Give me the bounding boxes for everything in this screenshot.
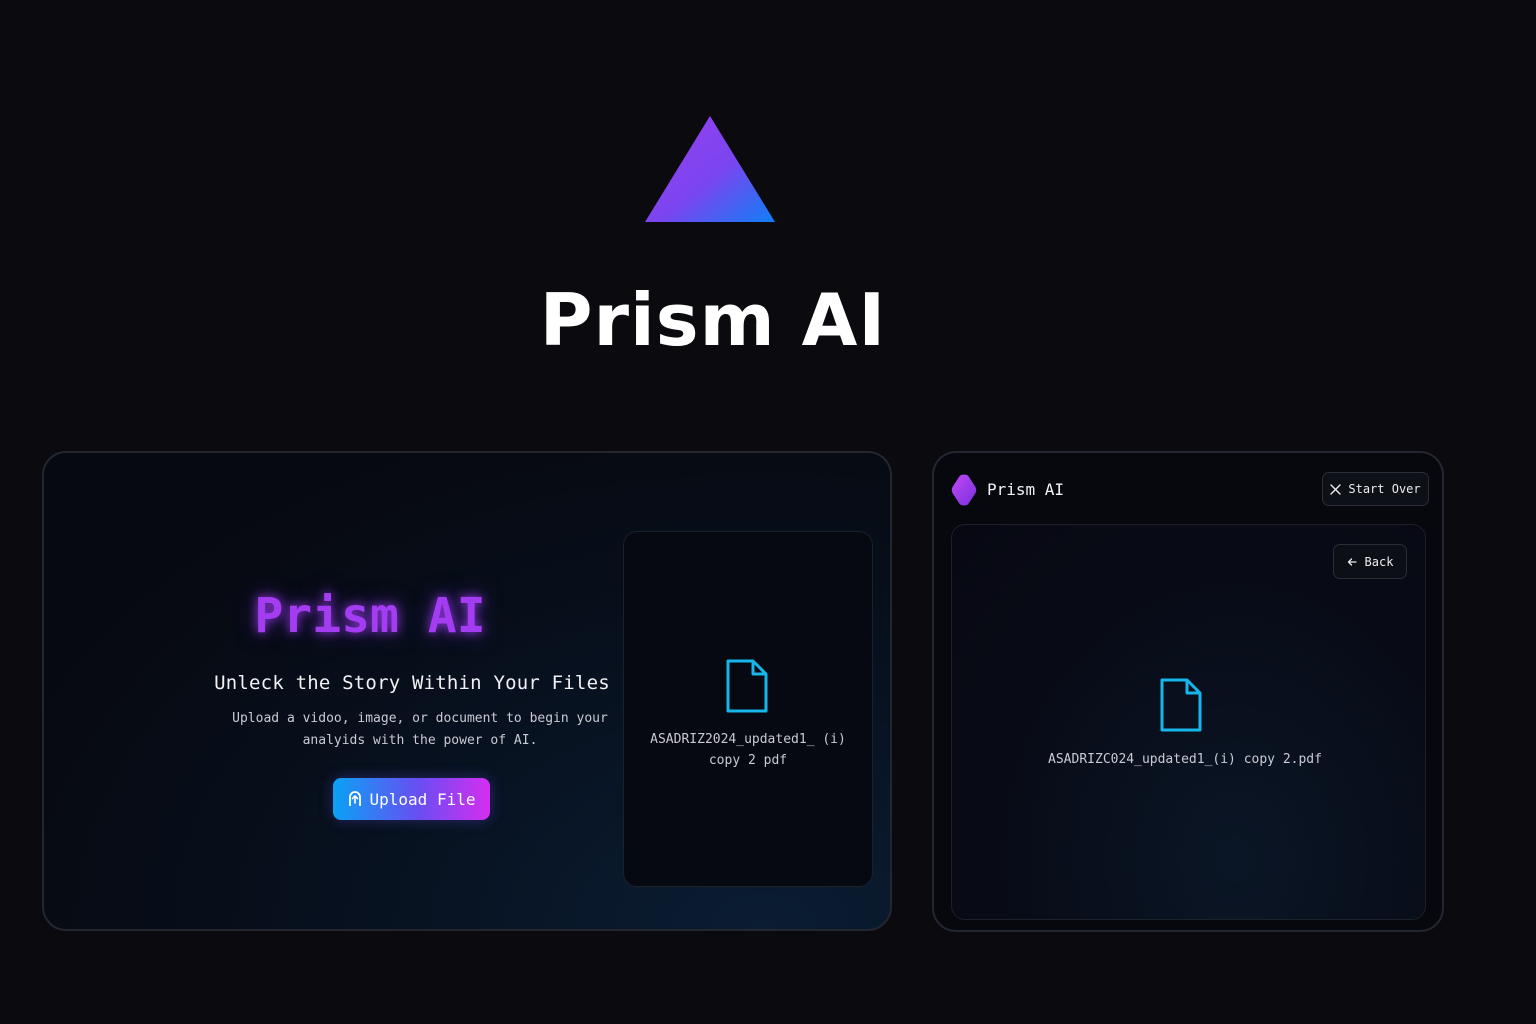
back-label: Back bbox=[1364, 554, 1394, 569]
back-button[interactable]: Back bbox=[1333, 544, 1407, 579]
upload-card-description: Upload a vidoo, image, or document to be… bbox=[232, 711, 608, 748]
upload-file-label: Upload File bbox=[369, 789, 476, 809]
upload-file-button[interactable]: Upload File bbox=[333, 778, 490, 820]
viewer-brand: Prism AI bbox=[987, 480, 1065, 499]
hero-title: Prism AI bbox=[539, 278, 887, 362]
file-icon bbox=[726, 659, 768, 713]
file-icon bbox=[1160, 678, 1202, 732]
triangle-prism-logo-icon bbox=[645, 116, 775, 222]
close-icon bbox=[1330, 483, 1342, 495]
arrow-left-icon bbox=[1347, 557, 1357, 566]
start-over-button[interactable]: Start Over bbox=[1322, 472, 1429, 506]
start-over-label: Start Over bbox=[1348, 482, 1421, 496]
upload-icon bbox=[348, 791, 361, 806]
gem-icon bbox=[951, 474, 977, 506]
viewer-file-name: ASADRIZC024_updated1_(i) copy 2.pdf bbox=[1048, 752, 1322, 767]
file-preview-name: ASADRIZ2024_updated1_ (i) copy 2 pdf bbox=[650, 732, 846, 768]
upload-card-tagline: Unleck the Story Within Your Files bbox=[214, 672, 610, 694]
